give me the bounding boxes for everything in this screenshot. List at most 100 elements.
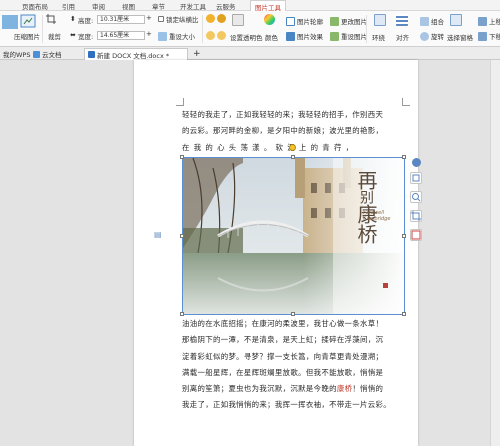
highlighted-text: 康桥 [336, 384, 353, 394]
set-transparent-button[interactable]: 设置透明色 [230, 32, 263, 42]
crop-label[interactable]: 裁剪 [48, 31, 61, 41]
vertical-scrollbar[interactable] [490, 60, 500, 446]
reset-image-icon [330, 31, 339, 41]
brightness-button[interactable] [206, 14, 228, 23]
color-button[interactable]: 颜色 [265, 32, 278, 42]
send-backward-button[interactable]: 下移 [478, 31, 500, 41]
reset-image-label: 重设图片 [341, 33, 367, 41]
reset-size-icon [158, 31, 167, 41]
group-button[interactable]: 组合 [420, 16, 444, 26]
resize-handle-top[interactable] [291, 155, 295, 159]
text-line: 油油的在水底招摇；在康河的柔波里，我甘心做一条水草！ [182, 319, 384, 328]
select-pane-icon-button[interactable] [450, 14, 464, 26]
compress-image-button[interactable]: 压缩图片 [14, 31, 40, 41]
reset-image-button[interactable]: 重设图片 [330, 31, 367, 41]
text-line: 淀着彩虹似的梦。寻梦？撑一支长篙，向青草更青处漫溯； [182, 351, 384, 361]
menu-bar: 页面布局 引用 审阅 视图 章节 开发工具 云服务 图片工具 [0, 0, 500, 12]
calligraphy-title: 再别康桥 [354, 170, 378, 244]
change-image-icon [330, 16, 339, 26]
contrast-icon [217, 14, 226, 23]
compress-image-icon[interactable] [20, 14, 36, 28]
sun-icon [206, 31, 215, 40]
reset-size-button[interactable]: 重设大小 [158, 31, 195, 41]
align-icon [396, 14, 408, 26]
wrap-icon-button[interactable] [374, 14, 388, 26]
word-doc-icon [88, 51, 95, 58]
tab-review[interactable]: 审阅 [92, 1, 105, 11]
outline-icon [286, 16, 295, 26]
zoom-image-icon[interactable] [410, 191, 422, 203]
width-label: 宽度: [78, 33, 94, 41]
crop-icon [46, 14, 56, 24]
image-icon[interactable] [2, 15, 18, 29]
tab-cloud-docs[interactable]: 云文档 [30, 48, 65, 60]
crop-button[interactable] [46, 14, 56, 24]
calligraphy-char: 再 [354, 170, 378, 190]
wrap-icon [374, 14, 386, 26]
margin-corner-top-left [176, 98, 184, 106]
layout-options-icon[interactable] [412, 158, 421, 167]
crop-tool-icon[interactable] [410, 210, 422, 222]
paragraph-layout-icon[interactable]: ▤ [154, 230, 162, 239]
effects-label: 图片效果 [297, 33, 323, 41]
rotate-handle-icon[interactable] [289, 144, 296, 151]
wrap-button[interactable]: 环绕 [372, 32, 385, 42]
color-palette-icon [264, 14, 275, 25]
picture-outline-button[interactable]: 图片轮廓 [286, 16, 323, 26]
change-image-button[interactable]: 更改图片 [330, 16, 367, 26]
tab-new-docx[interactable]: 新建 DOCX 文档.docx * [84, 48, 188, 60]
height-label: 高度: [78, 17, 94, 25]
rotate-button[interactable]: 旋转 [420, 31, 444, 41]
text-line: 满载一船星辉，在星辉斑斓里放歌。但我不能放歌，悄悄是 [182, 367, 384, 377]
select-pane-button[interactable]: 选择窗格 [447, 32, 473, 42]
set-transparent-icon-button[interactable] [232, 14, 246, 26]
change-image-label: 更改图片 [341, 18, 367, 26]
wrap-text-tool-icon[interactable] [410, 172, 422, 184]
new-tab-button[interactable]: + [190, 48, 204, 60]
text-run: ！悄悄的 [352, 384, 384, 394]
lock-ratio-label: 锁定纵横比 [166, 16, 199, 24]
resize-handle-top-left[interactable] [180, 155, 184, 159]
resize-handle-top-right[interactable] [402, 155, 406, 159]
tab-cloud-service[interactable]: 云服务 [216, 1, 236, 11]
tab-cloud-docs-label: 云文档 [42, 51, 62, 59]
tab-developer[interactable]: 开发工具 [180, 1, 206, 11]
tab-page-layout[interactable]: 页面布局 [22, 1, 48, 11]
more-tools-icon[interactable] [410, 229, 422, 241]
tab-references[interactable]: 引用 [62, 1, 75, 11]
height-increment[interactable]: + [146, 14, 152, 22]
text-line: 别离的笙箫；夏虫也为我沉默，沉默是今晚的康桥！悄悄的 [182, 381, 404, 397]
rotate-label: 旋转 [431, 33, 444, 41]
height-field[interactable]: 10.31厘米 [97, 15, 145, 24]
tab-picture-tools[interactable]: 图片工具 [250, 0, 286, 12]
align-icon-button[interactable] [396, 14, 410, 26]
resize-handle-right[interactable] [402, 234, 406, 238]
select-pane-icon [450, 14, 462, 26]
width-increment[interactable]: + [146, 30, 152, 38]
group-icon [420, 16, 429, 26]
transparent-icon [232, 14, 244, 26]
width-spin-icon: ⬌ [70, 31, 76, 39]
resize-handle-left[interactable] [180, 234, 184, 238]
reset-size-label: 重设大小 [169, 33, 195, 41]
align-button[interactable]: 对齐 [396, 32, 409, 42]
tab-my-wps[interactable]: 我的WPS [0, 48, 33, 60]
brightness-down-button[interactable] [206, 31, 228, 40]
bring-forward-label: 上移 [489, 18, 500, 26]
color-icon-button[interactable] [264, 14, 277, 25]
paragraph-2: 油油的在水底招摇；在康河的柔波里，我甘心做一条水草！ 那榆阴下的一潭，不是清泉，… [182, 316, 404, 414]
text-line: 那榆阴下的一潭，不是清泉，是天上虹；揉碎在浮藻间，沉 [182, 335, 384, 345]
seal-stamp [383, 283, 388, 288]
width-field[interactable]: 14.65厘米 [97, 31, 145, 40]
tab-chapter[interactable]: 章节 [152, 1, 165, 11]
lock-ratio-checkbox[interactable]: 锁定纵横比 [158, 14, 199, 24]
outline-label: 图片轮廓 [297, 18, 323, 26]
height-spin-icon: ⬍ [70, 15, 76, 23]
text-line: 轻轻的我走了，正如我轻轻的来；我轻轻的招手，作别西天 [182, 110, 384, 119]
tab-view[interactable]: 视图 [122, 1, 135, 11]
picture-effects-button[interactable]: 图片效果 [286, 31, 323, 41]
text-run: 别离的笙箫；夏虫也为我沉默，沉默是今晚的 [182, 384, 337, 394]
bring-forward-button[interactable]: 上移 [478, 16, 500, 26]
inserted-image[interactable]: 再别康桥 Farewell Cambridge [183, 158, 404, 314]
ribbon: 压缩图片 裁剪 高度: ⬍ 10.31厘米 + 宽度: ⬌ 14.65厘米 + … [0, 11, 500, 47]
